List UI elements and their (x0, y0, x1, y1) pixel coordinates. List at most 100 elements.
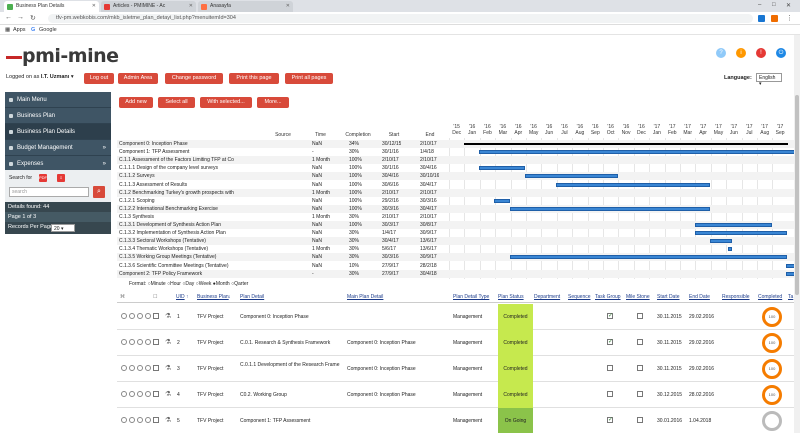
close-icon[interactable]: ✕ (189, 3, 193, 9)
th-ta[interactable]: Ta (788, 294, 793, 300)
th-plan-status[interactable]: Plan Status (498, 294, 524, 300)
th-end-date[interactable]: End Date (689, 294, 710, 300)
task-group-checkbox[interactable]: ✓ (607, 313, 613, 319)
hierarchy-icon[interactable]: ⚗ (165, 416, 171, 424)
task-group-checkbox[interactable]: ✓ (607, 339, 613, 345)
browser-tab-3[interactable]: Anasayfa ✕ (198, 1, 293, 12)
row-checkbox[interactable] (153, 365, 159, 371)
row-checkbox[interactable] (153, 391, 159, 397)
forward-icon[interactable]: → (17, 14, 24, 21)
row-checkbox[interactable] (153, 339, 159, 345)
edit-icon[interactable] (121, 313, 127, 319)
table-row[interactable]: ⚗ 3 TFV Project C.0.1.1 Development of the … (117, 356, 800, 382)
view-icon[interactable] (129, 391, 135, 397)
add-new-button[interactable]: Add new (119, 97, 153, 108)
help-icon[interactable]: ? (716, 48, 726, 58)
format-hour[interactable]: ○Hour (167, 281, 181, 287)
gantt-bar[interactable] (510, 255, 788, 260)
gantt-row[interactable]: C.1.3.5 Working Group Meetings (Tentativ… (117, 253, 797, 262)
bookmark-apps[interactable]: Apps (13, 27, 26, 33)
gantt-bar[interactable] (479, 166, 526, 171)
close-window-icon[interactable]: ✕ (786, 2, 791, 9)
gantt-row[interactable]: Component 2: TFP Policy Framework - 30% 27/… (117, 269, 797, 278)
minimize-icon[interactable]: – (758, 2, 761, 8)
back-icon[interactable]: ← (5, 14, 12, 21)
gantt-row[interactable]: Component 1: TFP Assessment - 30% 30/1/16 1/… (117, 148, 797, 156)
sidebar-item-main-menu[interactable]: Main Menu (5, 92, 111, 108)
th-business-plan[interactable]: Business Plan (197, 294, 229, 300)
format-day[interactable]: ○Day (182, 281, 194, 287)
task-group-checkbox[interactable] (607, 365, 613, 371)
edit-icon[interactable] (121, 417, 127, 423)
th-responsible[interactable]: Responsible (722, 294, 750, 300)
sidebar-item-budget-management[interactable]: Budget Management» (5, 140, 111, 156)
copy-icon[interactable] (137, 313, 143, 319)
alert-icon[interactable]: ! (756, 48, 766, 58)
browser-tab-1[interactable]: Business Plan Details ✕ (4, 1, 99, 12)
th-mile-stone[interactable]: Mile Stone (626, 294, 650, 300)
select-all-button[interactable]: Select all (158, 97, 195, 108)
inline-edit-icon[interactable] (145, 417, 151, 423)
inline-edit-icon[interactable] (145, 313, 151, 319)
gantt-row[interactable]: C.1.1 Assessment of the Factors Limiting… (117, 156, 797, 165)
table-row[interactable]: ⚗ 1 TFV Project Component 0: Inception Phas… (117, 304, 800, 330)
mile-stone-checkbox[interactable] (637, 339, 643, 345)
search-button[interactable]: ⌕ (93, 186, 105, 198)
gantt-row[interactable]: C.1.3.4 Thematic Workshops (Tentative) 1 … (117, 245, 797, 253)
apps-icon[interactable]: ▦ (5, 27, 10, 33)
gantt-bar[interactable] (510, 206, 711, 211)
power-icon[interactable]: ⏻ (776, 48, 786, 58)
gantt-row[interactable]: C.1.3.3 Sectoral Workshops (Tentative) Na… (117, 237, 797, 246)
copy-icon[interactable] (137, 339, 143, 345)
browser-tab-2[interactable]: Articles - PMIMINE - Ac ✕ (101, 1, 196, 12)
format-week[interactable]: ○Week (196, 281, 212, 287)
gantt-bar[interactable] (463, 143, 789, 145)
hierarchy-icon[interactable]: ⚗ (165, 390, 171, 398)
gantt-bar[interactable] (728, 247, 733, 252)
mile-stone-checkbox[interactable] (637, 417, 643, 423)
row-checkbox[interactable] (153, 313, 159, 319)
close-icon[interactable]: ✕ (286, 3, 290, 9)
records-per-page-select[interactable]: 20 ▾ (51, 224, 75, 232)
extension-icon[interactable] (758, 15, 765, 22)
select-all-checkbox[interactable]: ☐ (153, 294, 157, 300)
scrollbar-thumb[interactable] (795, 95, 799, 295)
reload-icon[interactable]: ↻ (30, 14, 36, 22)
view-icon[interactable] (129, 313, 135, 319)
extension-icon[interactable] (771, 15, 778, 22)
format-qarter[interactable]: ○Qarter (231, 281, 248, 287)
sort-arrow-icon[interactable]: ↑ (186, 294, 189, 300)
view-icon[interactable] (129, 339, 135, 345)
th-uid[interactable]: UID (176, 294, 185, 300)
inline-edit-icon[interactable] (145, 391, 151, 397)
format-month[interactable]: ●Month (213, 281, 230, 287)
mile-stone-checkbox[interactable] (637, 313, 643, 319)
gantt-row[interactable]: C.1.2.2 International Benchmarking Exerc… (117, 204, 797, 213)
edit-icon[interactable] (121, 339, 127, 345)
gantt-row[interactable]: C.1.1.1 Design of the company level surv… (117, 164, 797, 172)
close-icon[interactable]: ✕ (92, 3, 96, 9)
th-department[interactable]: Department (534, 294, 560, 300)
logo[interactable]: pmi-mine (22, 45, 119, 67)
table-row[interactable]: ⚗ 5 TFV Project Component 1: TFP Assessment… (117, 408, 800, 433)
print-all-button[interactable]: Print all pages (285, 73, 333, 84)
edit-icon[interactable] (121, 365, 127, 371)
gantt-row[interactable]: C.1.3.1 Development of Synthesis Action … (117, 221, 797, 230)
hierarchy-icon[interactable]: ⚗ (165, 338, 171, 346)
info-icon[interactable]: i (736, 48, 746, 58)
print-page-button[interactable]: Print this page (229, 73, 279, 84)
gantt-row[interactable]: Component 0: Inception Phase NaN 34% 30/12/… (117, 140, 797, 149)
gantt-row[interactable]: C.1.3 Synthesis 1 Month 30% 2/10/17 2/10/17 (117, 213, 797, 221)
mile-stone-checkbox[interactable] (637, 365, 643, 371)
menu-icon[interactable]: ⋮ (786, 14, 793, 22)
gantt-row[interactable]: C.1.3.2 Implementation of Synthesis Acti… (117, 229, 797, 237)
th-sequence[interactable]: Sequence (568, 294, 591, 300)
gantt-bar[interactable] (694, 223, 772, 227)
admin-area-button[interactable]: Admin Area (118, 73, 158, 84)
bookmark-google[interactable]: Google (39, 27, 57, 33)
with-selected-button[interactable]: With selected... (200, 97, 252, 108)
search-input[interactable]: search (9, 187, 89, 197)
th-task-group[interactable]: Task Group (595, 294, 621, 300)
inline-edit-icon[interactable] (145, 365, 151, 371)
task-group-checkbox[interactable]: ✓ (607, 417, 613, 423)
